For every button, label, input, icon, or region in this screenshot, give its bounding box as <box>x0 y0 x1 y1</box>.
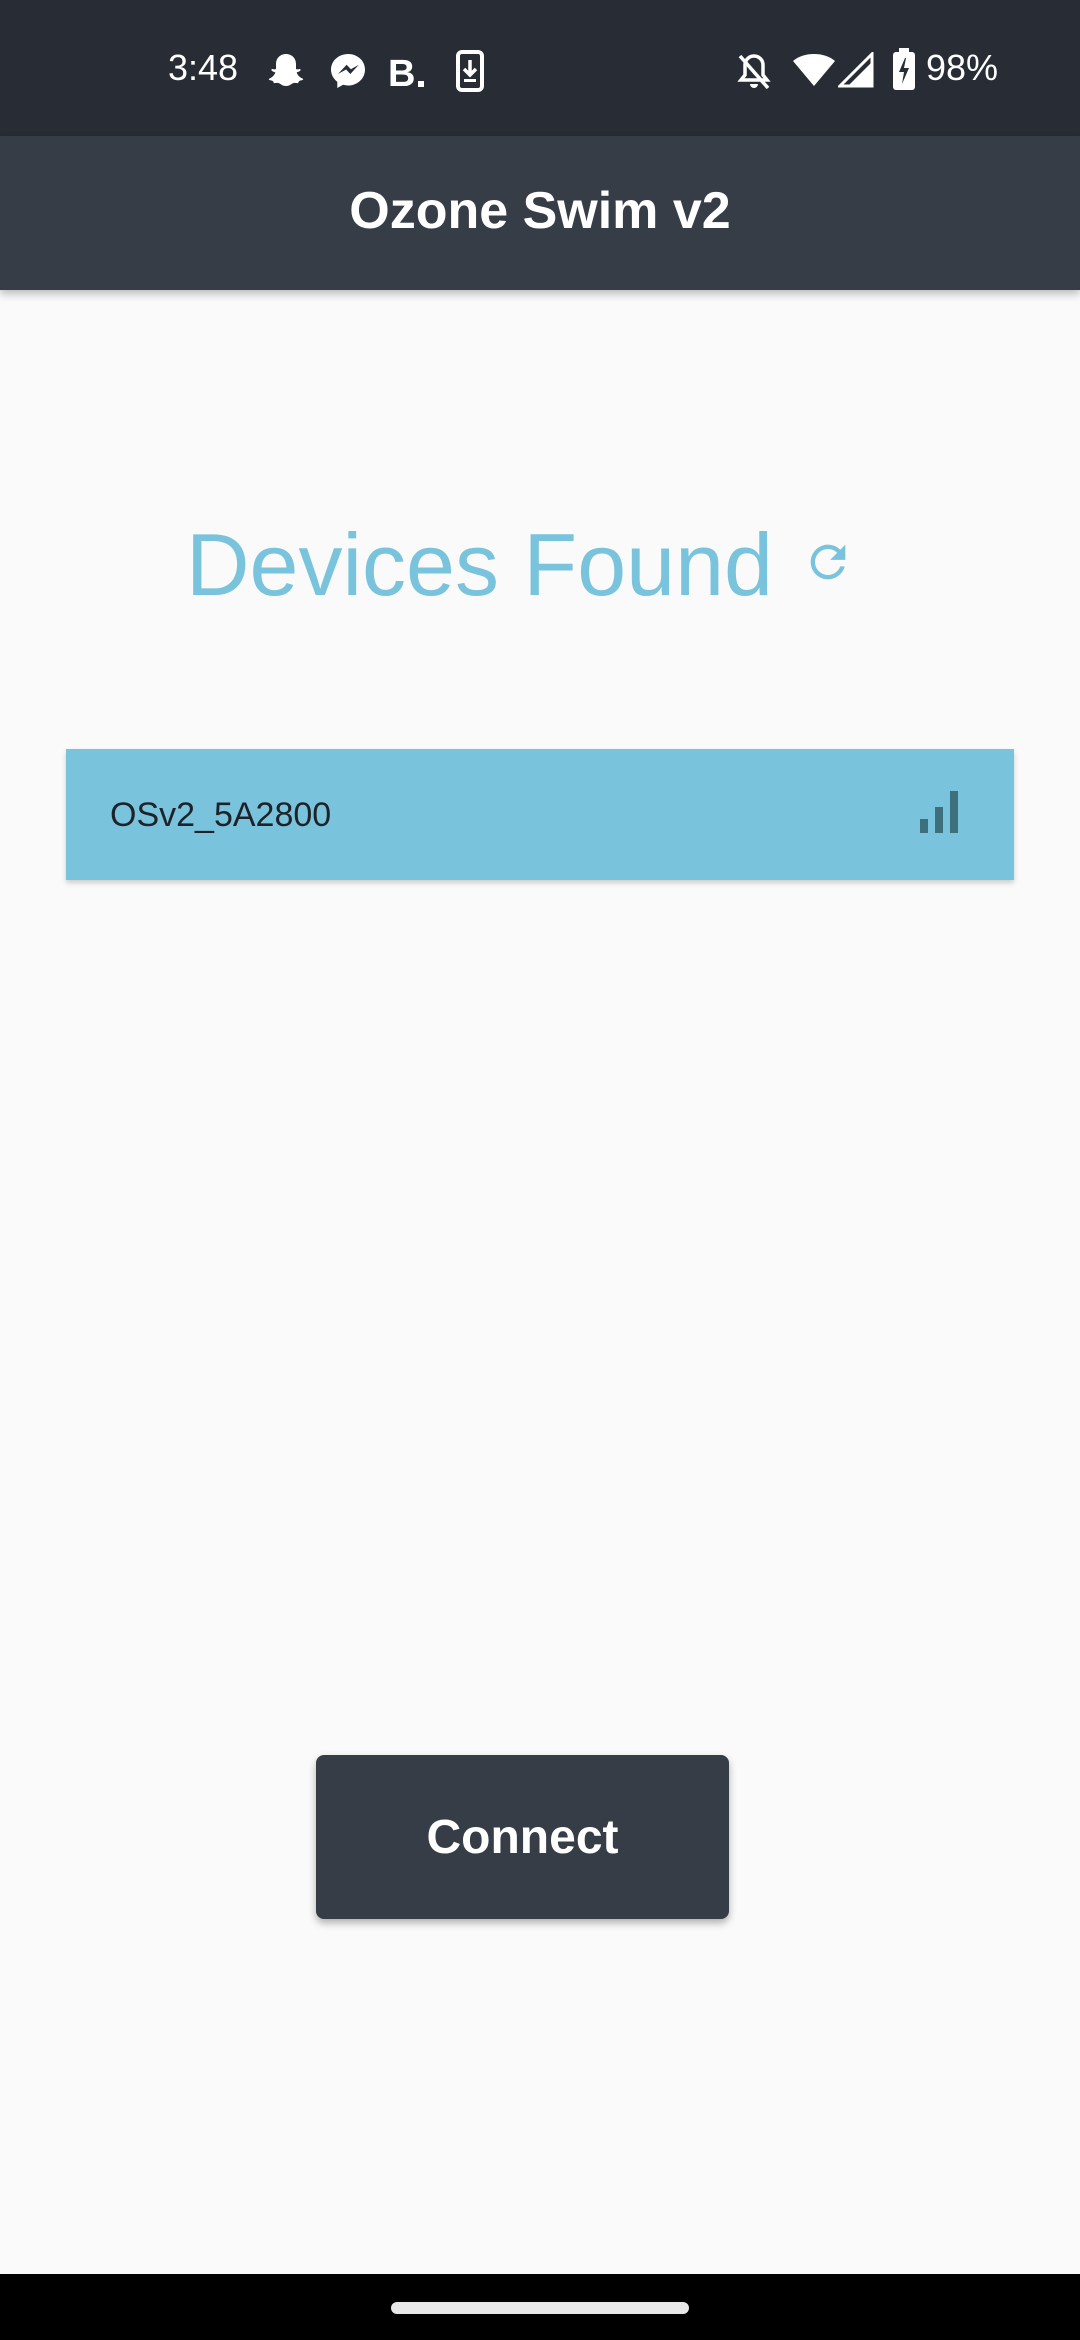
wifi-icon <box>793 54 835 86</box>
status-time: 3:48 <box>168 47 239 88</box>
bell-off-icon <box>737 54 771 90</box>
battery-percent: 98% <box>926 47 999 88</box>
refresh-button[interactable] <box>796 530 860 594</box>
navigation-bar <box>0 2274 1080 2340</box>
messenger-icon <box>331 54 365 88</box>
device-name: OSv2_5A2800 <box>110 796 332 834</box>
booking-icon: B <box>388 54 424 90</box>
app-bar: Ozone Swim v2 <box>0 136 1080 290</box>
signal-strength-icon <box>920 791 958 833</box>
download-icon <box>456 50 484 92</box>
status-bar: 3:48 B 98% <box>0 0 1080 136</box>
refresh-icon <box>810 544 846 580</box>
app-title: Ozone Swim v2 <box>349 182 731 240</box>
device-list-item[interactable]: OSv2_5A2800 <box>66 749 1014 880</box>
battery-charging-icon <box>893 48 915 90</box>
signal-icon <box>838 52 874 88</box>
connect-button[interactable]: Connect <box>316 1755 729 1919</box>
device-list: OSv2_5A2800 <box>66 749 1014 880</box>
snapchat-icon <box>268 54 304 86</box>
svg-text:B: B <box>388 54 415 90</box>
home-gesture-handle[interactable] <box>391 2302 689 2314</box>
devices-found-heading: Devices Found <box>186 515 773 614</box>
